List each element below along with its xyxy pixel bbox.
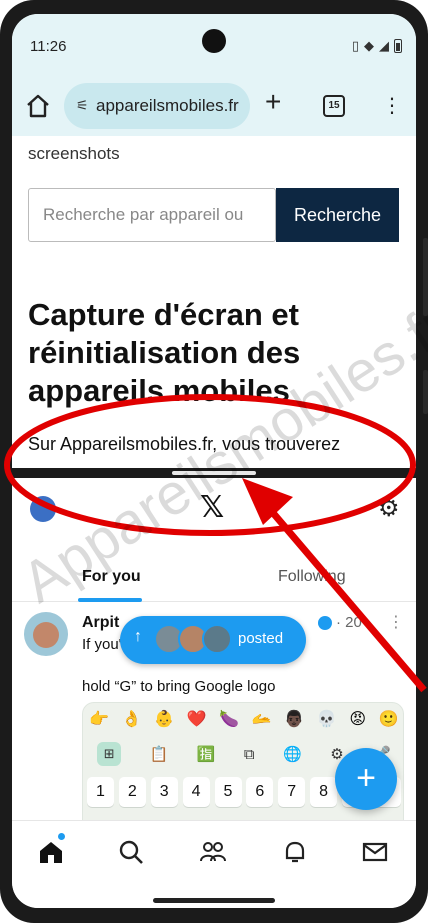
emoji: 🙂	[378, 711, 399, 728]
emoji-suggestion-row: 👉 👌 👶 ❤️ 🍆 🫴 👨🏿 💀 😡 🙂	[83, 703, 403, 735]
power-button	[423, 370, 428, 414]
apps-grid-icon: ⊞	[97, 742, 122, 766]
verified-icon	[318, 616, 332, 630]
status-icons: ▯ ◆ ◢	[352, 38, 402, 54]
arrow-up-icon: ↑	[134, 628, 142, 645]
emoji: 😡	[349, 711, 367, 728]
key: 2	[118, 777, 146, 807]
previous-text: screenshots	[28, 144, 120, 163]
key: 1	[87, 777, 114, 807]
emoji: 👨🏿	[284, 711, 305, 728]
tweet-author-name[interactable]: Arpit	[82, 614, 119, 632]
tab-switcher-button[interactable]: 15	[323, 95, 345, 117]
gesture-navigation-bar[interactable]	[153, 898, 275, 903]
key: 6	[246, 777, 274, 807]
search-button[interactable]: Recherche	[276, 188, 399, 242]
vibrate-icon: ▯	[351, 38, 359, 53]
clipboard-icon: 📋	[149, 746, 169, 763]
search-input[interactable]: Recherche par appareil ou	[28, 188, 276, 242]
more-options-icon[interactable]: ⋮	[388, 612, 404, 632]
active-tab-indicator	[78, 598, 142, 602]
status-bar: 11:26 ▯ ◆ ◢	[12, 14, 416, 76]
new-tab-button[interactable]: +	[265, 88, 281, 116]
tweet-text-line1: If you'	[82, 636, 122, 653]
notifications-icon[interactable]	[280, 837, 310, 867]
browser-toolbar: ⚟ appareilsmobiles.fr + 15 ⋮	[12, 76, 416, 136]
emoji: 🍆	[219, 711, 240, 728]
messages-icon[interactable]	[360, 837, 390, 867]
tweet-author-avatar[interactable]	[24, 612, 68, 656]
key: 3	[150, 777, 178, 807]
tweet-time: · 20	[336, 614, 362, 631]
emoji: 👶	[154, 711, 175, 728]
key: 5	[214, 777, 242, 807]
bottom-navigation	[12, 820, 416, 882]
webpage-content: screenshots Recherche par appareil ou Re…	[12, 136, 416, 468]
emoji: ❤️	[186, 711, 207, 728]
key: 4	[182, 777, 210, 807]
emoji: 👉	[89, 711, 110, 728]
url-text: appareilsmobiles.fr	[96, 96, 239, 115]
signal-icon: ◢	[379, 38, 389, 53]
emoji: 💀	[316, 711, 337, 728]
battery-icon	[394, 39, 402, 53]
compose-post-button[interactable]: +	[335, 748, 397, 810]
front-camera	[202, 29, 226, 53]
translate-icon: 🈯	[196, 746, 216, 763]
status-time: 11:26	[30, 38, 67, 55]
gear-icon[interactable]: ⚙	[378, 494, 400, 523]
profile-avatar[interactable]	[30, 496, 56, 522]
home-icon[interactable]	[24, 92, 52, 120]
search-icon[interactable]	[116, 837, 146, 867]
home-icon[interactable]	[36, 837, 66, 867]
emoji: 👌	[121, 711, 142, 728]
posted-label: posted	[238, 630, 284, 647]
communities-icon[interactable]	[198, 837, 228, 867]
globe-icon: 🌐	[283, 746, 302, 763]
poster-avatar	[202, 624, 232, 654]
tab-following[interactable]: Following	[278, 568, 346, 586]
notification-dot	[58, 833, 65, 840]
tweet-text-line2: hold “G” to bring Google logo	[82, 678, 276, 695]
key: 8	[310, 777, 338, 807]
wifi-icon: ◆	[364, 38, 374, 53]
emoji: 🫴	[251, 711, 272, 728]
browser-menu-button[interactable]: ⋮	[382, 93, 402, 119]
key: 7	[278, 777, 306, 807]
one-hand-icon: ⧉	[243, 745, 255, 763]
site-settings-icon[interactable]: ⚟	[76, 97, 89, 114]
address-bar[interactable]: ⚟ appareilsmobiles.fr	[64, 83, 250, 129]
new-posts-pill[interactable]: ↑ posted	[120, 616, 306, 664]
